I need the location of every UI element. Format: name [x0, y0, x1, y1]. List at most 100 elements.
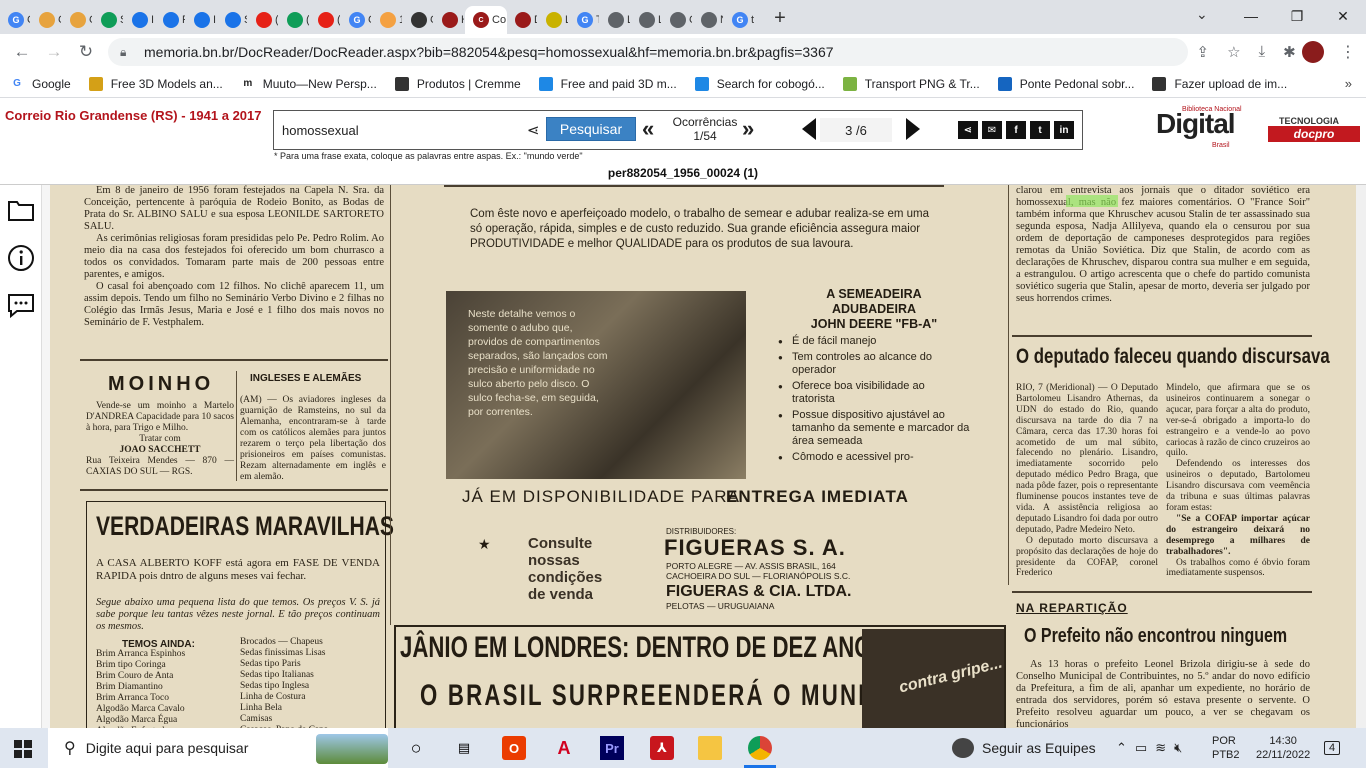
semeadeira-title: A SEMEADEIRA ADUBADEIRA JOHN DEERE "FB-A… — [810, 287, 938, 331]
volume-muted-icon[interactable]: 🔇︎ — [1174, 740, 1182, 756]
tab-tabs-8[interactable]: ( — [248, 6, 279, 34]
share-icon[interactable]: ⋖ — [527, 121, 540, 139]
bookmark-favicon-icon: m — [243, 78, 253, 89]
comments-icon[interactable] — [6, 291, 36, 321]
next-occurrence-icon[interactable]: » — [742, 116, 754, 142]
bookmark-favicon-icon — [997, 76, 1012, 91]
vertical-scrollbar[interactable] — [1356, 185, 1366, 729]
facebook-icon[interactable]: f — [1006, 121, 1026, 139]
tab-favicon-icon — [132, 12, 148, 28]
tab-tabs-2[interactable]: C — [62, 6, 93, 34]
bookmark-item[interactable]: Transport PNG & Tr... — [842, 76, 980, 91]
restore-icon[interactable]: ❐ — [1274, 0, 1320, 32]
bookmark-item[interactable]: m Muuto—New Persp... — [241, 77, 377, 91]
extensions-puzzle-icon[interactable]: ✱ — [1283, 43, 1296, 61]
tab-tabs-9[interactable]: ( — [279, 6, 310, 34]
bullet-dot-icon: ● — [778, 411, 783, 420]
taskbar-search-box[interactable]: ⚲ Digite aqui para pesquisar — [48, 728, 388, 768]
share-link-icon[interactable]: ⋖ — [958, 121, 978, 139]
tab-tabs-3[interactable]: S — [93, 6, 124, 34]
chrome-icon[interactable] — [748, 736, 772, 760]
tab-search-icon[interactable]: ⌄ — [1196, 6, 1208, 23]
share-page-icon[interactable]: ⇪ — [1196, 43, 1209, 61]
tab-tabs_after-3[interactable]: L — [600, 6, 631, 34]
close-window-icon[interactable]: ✕ — [1320, 0, 1366, 32]
address-bar[interactable]: 🔒︎ memoria.bn.br/DocReader/DocReader.asp… — [108, 38, 1188, 66]
minimize-icon[interactable]: — — [1228, 0, 1274, 32]
lock-icon: 🔒︎ — [120, 44, 127, 59]
tab-tabs_after-0[interactable]: D — [507, 6, 538, 34]
tab-tabs-4[interactable]: Ir — [124, 6, 155, 34]
reload-icon[interactable]: ↻ — [70, 42, 102, 62]
next-page-icon[interactable] — [906, 118, 920, 140]
new-tab-button[interactable]: + — [765, 7, 795, 30]
wifi-icon[interactable]: ≋ — [1155, 740, 1166, 756]
newspaper-page-image[interactable]: Em 8 de janeiro de 1956 foram festejados… — [50, 185, 1356, 729]
tab-tabs-14[interactable]: H — [434, 6, 465, 34]
prev-occurrence-icon[interactable]: « — [642, 116, 654, 142]
tab-tabs_after-1[interactable]: L — [538, 6, 569, 34]
bullet-dot-icon: ● — [778, 337, 783, 346]
teams-label[interactable]: Seguir as Equipes — [982, 740, 1096, 756]
bookmark-item[interactable]: G Google — [10, 77, 71, 91]
acrobat-icon[interactable]: A — [552, 736, 576, 760]
tab-tabs-13[interactable]: C — [403, 6, 434, 34]
search-button[interactable]: Pesquisar — [546, 117, 636, 141]
widgets-icon[interactable]: ▤ — [452, 736, 476, 760]
page-number-field[interactable]: 3 /6 — [820, 118, 892, 142]
bookmark-item[interactable]: Search for cobogó... — [694, 76, 825, 91]
tray-expand-icon[interactable]: ⌃ — [1116, 740, 1127, 756]
bodas-paragraph-2: As cerimônias religiosas foram presidida… — [84, 233, 384, 280]
tab-tabs-0[interactable]: GG — [0, 6, 31, 34]
tab-active[interactable]: C Co✕ — [465, 6, 507, 34]
search-hint: * Para uma frase exata, coloque as palav… — [274, 151, 583, 161]
tab-tabs_after-6[interactable]: N — [693, 6, 724, 34]
tab-tabs-10[interactable]: ( — [310, 6, 341, 34]
tab-tabs-7[interactable]: S — [217, 6, 248, 34]
tab-tabs_after-4[interactable]: L — [631, 6, 662, 34]
bookmark-item[interactable]: Free 3D Models an... — [88, 76, 223, 91]
bookmark-item[interactable]: Ponte Pedonal sobr... — [997, 76, 1134, 91]
premiere-icon[interactable]: Pr — [600, 736, 624, 760]
tab-tabs_after-2[interactable]: GT — [569, 6, 600, 34]
email-icon[interactable]: ✉ — [982, 121, 1002, 139]
file-explorer-icon[interactable] — [698, 736, 722, 760]
column-divider — [80, 489, 388, 491]
browser-toolbar: ← → ↻ 🔒︎ memoria.bn.br/DocReader/DocRead… — [0, 34, 1366, 70]
tab-favicon-icon — [194, 12, 210, 28]
bookmark-item[interactable]: Produtos | Cremme — [394, 76, 521, 91]
linkedin-icon[interactable]: in — [1054, 121, 1074, 139]
bookmark-star-icon[interactable]: ☆ — [1227, 43, 1240, 61]
back-icon[interactable]: ← — [6, 42, 38, 62]
windows-start-icon[interactable] — [14, 740, 32, 758]
search-input[interactable] — [282, 119, 542, 141]
bookmarks-overflow-button[interactable]: » — [1345, 76, 1352, 91]
verdadeiras-text-1: A CASA ALBERTO KOFF está agora em FASE D… — [96, 557, 380, 582]
tab-tabs-6[interactable]: Ir — [186, 6, 217, 34]
tab-tabs-12[interactable]: 1 — [372, 6, 403, 34]
browser-menu-icon[interactable]: ⋮ — [1340, 42, 1356, 62]
deputado-col-a: RIO, 7 (Meridional) — O Deputado Bartolo… — [1016, 383, 1158, 579]
info-icon[interactable] — [6, 243, 36, 273]
tab-tabs-11[interactable]: GC — [341, 6, 372, 34]
bookmark-item[interactable]: Free and paid 3D m... — [538, 76, 677, 91]
forward-icon[interactable]: → — [38, 42, 70, 62]
office-icon[interactable]: O — [502, 736, 526, 760]
folder-icon[interactable] — [6, 195, 36, 225]
bookmark-item[interactable]: Fazer upload de im... — [1152, 76, 1287, 91]
pdf-reader-icon[interactable]: ⅄ — [650, 736, 674, 760]
prev-page-icon[interactable] — [802, 118, 816, 140]
tab-tabs_after-5[interactable]: C — [662, 6, 693, 34]
task-view-icon[interactable]: ○ — [404, 736, 428, 760]
clock[interactable]: 14:30 22/11/2022 — [1256, 734, 1310, 762]
language-indicator[interactable]: POR PTB2 — [1212, 734, 1240, 762]
profile-avatar[interactable] — [1302, 41, 1324, 63]
extension-download-icon[interactable]: ⤓ — [1259, 43, 1266, 61]
tab-tabs-5[interactable]: R — [155, 6, 186, 34]
network-icon[interactable]: ▭ — [1135, 740, 1147, 756]
twitter-icon[interactable]: t — [1030, 121, 1050, 139]
notification-icon[interactable]: 4 — [1324, 738, 1341, 755]
tab-tabs-1[interactable]: C — [31, 6, 62, 34]
tab-tabs_after-7[interactable]: Gt — [724, 6, 755, 34]
feature-text: Tem controles ao alcance do operador — [792, 351, 933, 376]
